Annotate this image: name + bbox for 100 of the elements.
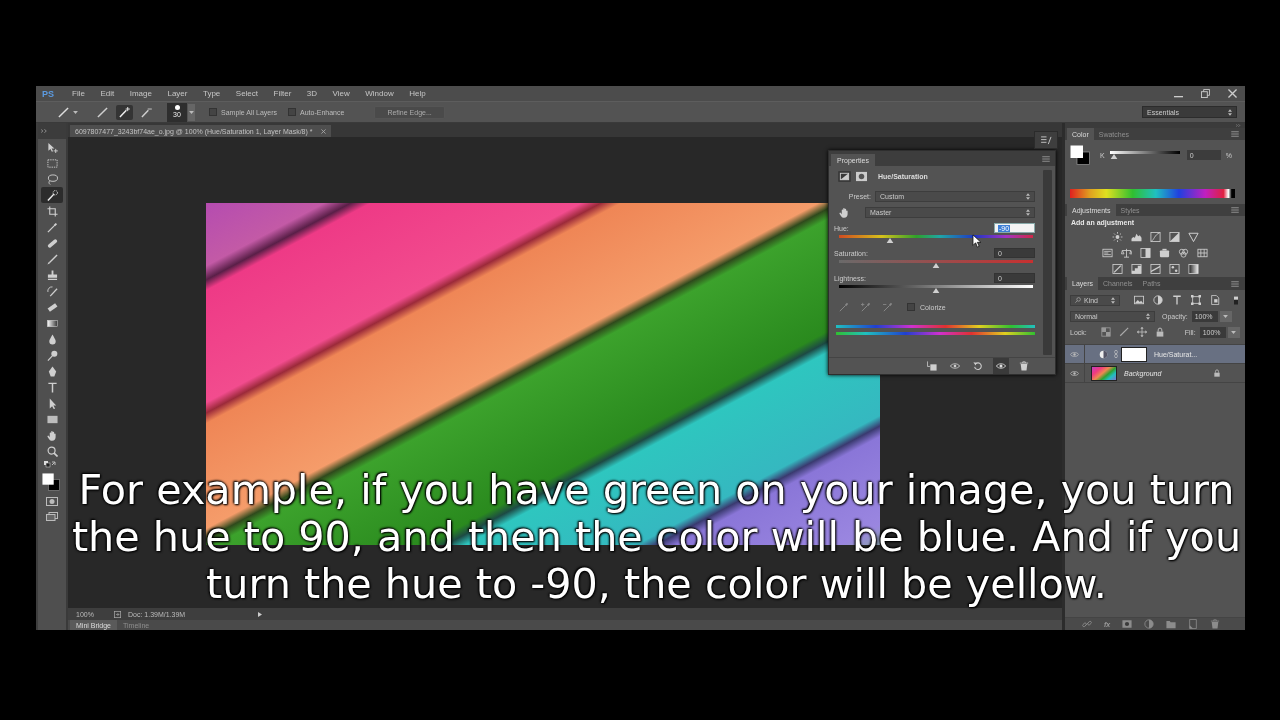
scale-icon[interactable] [1121,248,1132,258]
search-icon [1075,297,1081,303]
color-swatch-icon[interactable] [42,473,60,491]
checkbox[interactable] [209,108,217,116]
color-ramp[interactable] [1070,189,1235,198]
menu-item[interactable]: Image [129,89,152,98]
toggle-switch[interactable] [1234,295,1238,305]
type-icon [46,381,58,393]
page-icon[interactable] [1210,295,1220,305]
slider-thumb[interactable] [932,288,940,293]
menu-item[interactable]: Edit [100,89,115,98]
quick-mask-icon[interactable] [46,497,58,506]
eye-icon [1070,349,1079,359]
eye-icon[interactable] [950,361,960,371]
circles-icon[interactable] [1178,248,1189,258]
updown-arrows-icon [1026,208,1030,216]
camera-icon[interactable] [1159,248,1170,258]
selection-mode-button[interactable] [116,104,133,120]
dropdown-button[interactable] [1219,310,1232,322]
crop-icon [46,205,58,217]
menu-item[interactable]: Window [365,89,394,98]
sun-icon[interactable] [1111,232,1123,242]
reset-icon[interactable] [973,361,983,371]
half-circle-icon[interactable] [1144,619,1155,629]
half-square-icon[interactable] [1140,248,1151,258]
brush-icon [97,106,108,118]
trash-icon[interactable] [1210,619,1221,629]
lock-icon[interactable] [1154,327,1165,337]
mask-icon[interactable] [1122,619,1133,629]
magnifier-icon [46,445,58,457]
arrow-box-icon[interactable] [114,610,121,618]
updown-arrows-icon [1228,108,1232,116]
caret-icon [189,110,194,114]
color-swatch-icon[interactable] [1070,145,1090,165]
invert-icon[interactable] [1111,264,1123,274]
half-circle-icon[interactable] [1153,295,1163,305]
trash-icon[interactable] [1019,361,1029,371]
screen-mode-icon[interactable] [46,512,58,521]
selection-mode-button[interactable] [94,104,111,120]
dropdown-button[interactable] [188,103,195,121]
eyedropper-icon [46,221,58,233]
menu-item[interactable]: File [72,89,85,98]
tool-preset-picker[interactable] [58,106,78,118]
default-colors-icon[interactable] [44,461,56,469]
scrollbar[interactable] [1043,170,1052,355]
lollipop-icon [46,349,58,361]
mask-icon[interactable] [855,170,868,182]
brush-plus-icon [119,106,130,118]
image-icon[interactable] [1134,295,1144,305]
menu-item[interactable]: Layer [167,89,188,98]
steps-icon[interactable] [1130,264,1142,274]
eye-icon [1070,368,1079,378]
play-arrow-icon[interactable] [258,611,262,617]
menu-item[interactable]: Type [202,89,221,98]
mouse-pointer-icon [972,234,981,248]
move-icon [46,141,58,153]
checkerboard-icon[interactable] [1100,327,1111,337]
threshold-icon[interactable] [1149,264,1161,274]
menu-item[interactable]: Filter [273,89,292,98]
gradient-bar-icon[interactable] [1187,264,1199,274]
histogram-icon[interactable] [1130,232,1142,242]
collapsed-panel-button[interactable] [1034,131,1058,149]
dots-icon[interactable] [1168,264,1180,274]
checkbox[interactable] [907,303,915,311]
type-icon[interactable] [1172,295,1182,305]
hand-icon[interactable] [839,206,850,218]
close-icon[interactable] [1228,89,1237,98]
shape-icon[interactable] [1191,295,1201,305]
slider-thumb[interactable] [1109,154,1118,159]
updown-arrows-icon [1026,192,1030,200]
move-cross-icon[interactable] [1136,327,1147,337]
menu-icon[interactable] [1042,155,1050,162]
slider-thumb[interactable] [932,263,940,268]
triangle-icon[interactable] [1187,232,1199,242]
checkbox[interactable] [288,108,297,116]
curve-icon[interactable] [1149,232,1161,242]
pen-nib-icon [46,365,58,377]
double-chevron-icon[interactable] [41,129,48,133]
grid-icon[interactable] [1197,248,1208,258]
hue-bars-icon[interactable] [1102,248,1113,258]
slider-thumb[interactable] [885,238,894,243]
menu-icon[interactable] [1231,280,1239,287]
brush-icon[interactable] [1118,327,1129,337]
dropdown-button[interactable] [1227,326,1240,338]
clip-icon[interactable] [927,361,937,371]
menu-item[interactable]: View [332,89,350,98]
menu-item[interactable]: Select [235,89,259,98]
close-icon[interactable] [320,128,326,134]
mask-thumbnail[interactable] [1121,346,1147,362]
selection-brush-icon [46,189,58,201]
folder-icon[interactable] [1166,619,1177,629]
layer-thumbnail[interactable] [1091,365,1117,381]
menu-item[interactable]: Help [409,89,426,98]
exposure-icon[interactable] [1168,232,1180,242]
adjustment-layer-icon[interactable] [838,170,851,182]
restore-icon[interactable] [1201,89,1210,98]
eye-icon[interactable] [996,361,1006,371]
tool-button[interactable] [41,187,63,203]
chain-icon[interactable] [1082,619,1092,629]
menu-item[interactable]: 3D [306,89,318,98]
